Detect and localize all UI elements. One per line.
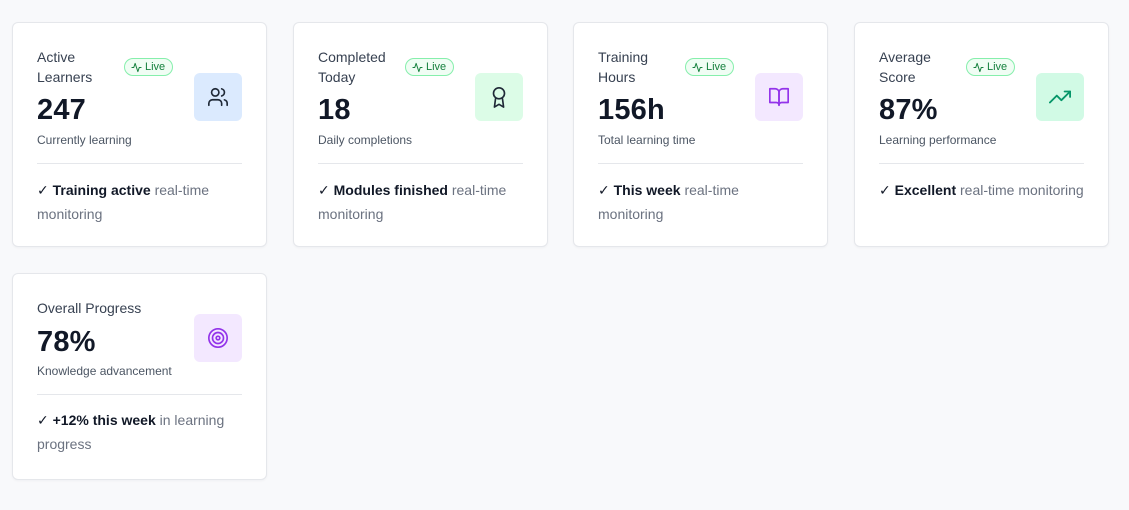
live-badge: Live	[966, 58, 1016, 76]
stat-card-overall-progress: Overall Progress 78% Knowledge advanceme…	[12, 273, 267, 480]
check-mark: ✓	[37, 412, 49, 428]
card-icon-container	[194, 314, 242, 362]
stat-card-average-score: Average Score Live 87% Learning performa…	[854, 22, 1109, 247]
live-badge-label: Live	[987, 61, 1008, 73]
card-value: 18	[318, 94, 351, 126]
activity-icon	[973, 62, 984, 72]
card-icon-container	[194, 73, 242, 121]
live-badge: Live	[124, 58, 174, 76]
check-mark: ✓	[37, 182, 49, 198]
stat-card-active-learners: Active Learners Live 247 Currently learn…	[12, 22, 267, 247]
footer-text: real-time monitoring	[960, 182, 1084, 198]
card-footer: ✓ Modules finished real-time monitoring	[318, 178, 525, 226]
card-label: Training Hours	[598, 49, 649, 85]
card-label: Active Learners	[37, 49, 93, 85]
live-badge-label: Live	[145, 61, 166, 73]
card-value: 87%	[879, 94, 938, 126]
card-footer: ✓ +12% this week in learning progress	[37, 408, 244, 456]
book-open-icon	[769, 87, 789, 107]
footer-highlight: This week	[613, 182, 681, 198]
award-icon	[492, 87, 506, 108]
card-value: 78%	[37, 326, 96, 358]
footer-highlight: +12% this week	[52, 412, 156, 428]
stat-card-training-hours: Training Hours Live 156h Total learning …	[573, 22, 828, 247]
card-divider	[37, 394, 242, 395]
footer-highlight: Training active	[52, 182, 151, 198]
card-label: Average Score	[879, 49, 931, 85]
check-mark: ✓	[598, 182, 610, 198]
activity-icon	[692, 62, 703, 72]
card-divider	[598, 163, 803, 164]
live-badge-label: Live	[426, 61, 447, 73]
activity-icon	[131, 62, 142, 72]
check-mark: ✓	[879, 182, 891, 198]
card-value: 247	[37, 94, 86, 126]
stat-card-completed-today: Completed Today Live 18 Daily completion…	[293, 22, 548, 247]
card-footer: ✓ This week real-time monitoring	[598, 178, 805, 226]
card-icon-container	[475, 73, 523, 121]
card-footer: ✓ Excellent real-time monitoring	[879, 178, 1086, 202]
card-label: Overall Progress	[37, 300, 142, 316]
trending-up-icon	[1049, 90, 1071, 104]
activity-icon	[412, 62, 423, 72]
footer-highlight: Excellent	[894, 182, 957, 198]
target-icon	[208, 328, 228, 348]
card-subtitle: Currently learning	[37, 133, 132, 147]
live-badge-label: Live	[706, 61, 727, 73]
card-subtitle: Daily completions	[318, 133, 413, 147]
card-footer: ✓ Training active real-time monitoring	[37, 178, 244, 226]
users-icon	[208, 87, 228, 107]
card-divider	[318, 163, 523, 164]
footer-highlight: Modules finished	[333, 182, 448, 198]
card-icon-container	[1036, 73, 1084, 121]
live-badge: Live	[685, 58, 735, 76]
card-value: 156h	[598, 94, 665, 126]
card-divider	[37, 163, 242, 164]
card-subtitle: Knowledge advancement	[37, 364, 172, 378]
card-divider	[879, 163, 1084, 164]
card-subtitle: Learning performance	[879, 133, 997, 147]
card-subtitle: Total learning time	[598, 133, 696, 147]
card-label: Completed Today	[318, 49, 386, 85]
check-mark: ✓	[318, 182, 330, 198]
live-badge: Live	[405, 58, 455, 76]
card-icon-container	[755, 73, 803, 121]
